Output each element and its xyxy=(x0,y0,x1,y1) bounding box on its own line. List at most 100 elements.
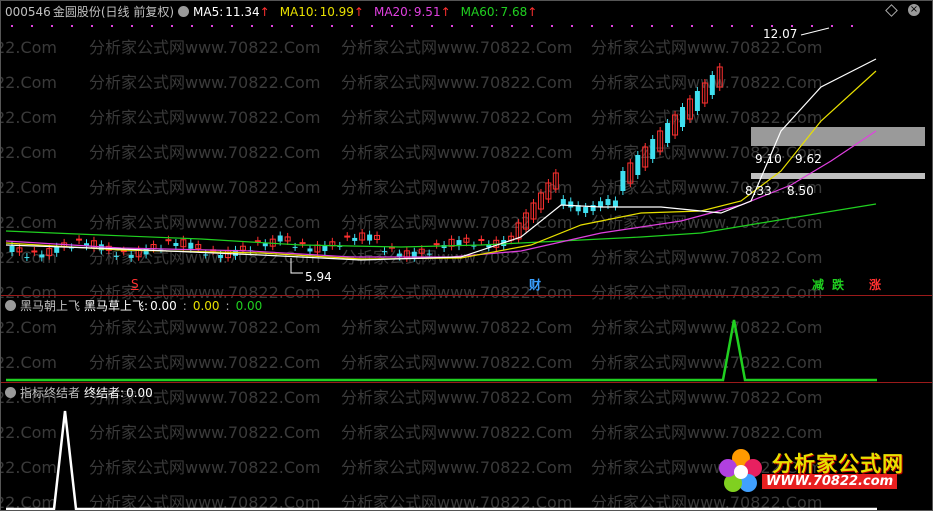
marker-die: 跌 xyxy=(832,278,845,292)
candle-body xyxy=(76,238,83,241)
candle-body xyxy=(396,253,402,257)
ma5-label: MA5: xyxy=(193,5,224,19)
candle-body xyxy=(426,253,432,255)
ma5-value: 11.34 xyxy=(225,5,260,19)
flower-logo-icon xyxy=(719,449,762,492)
signal-dot xyxy=(711,25,713,27)
candle-body xyxy=(173,243,179,247)
signal-dot xyxy=(731,25,733,27)
ma5-line xyxy=(5,58,877,261)
marker-zhang: 涨 xyxy=(869,278,882,292)
signal-dot xyxy=(451,25,453,27)
signal-dot xyxy=(371,25,373,27)
candle-body xyxy=(680,107,685,127)
signal-dot xyxy=(351,25,353,27)
ma60-line xyxy=(5,203,877,248)
signal-dot xyxy=(51,25,53,27)
indicator1-name: 黑马朝上飞 xyxy=(20,299,81,313)
candle-body xyxy=(560,199,566,206)
signal-dot xyxy=(691,25,693,27)
resistance-zone-bar xyxy=(751,127,925,146)
signal-dot xyxy=(31,25,33,27)
candle-body xyxy=(433,243,440,246)
signal-dot xyxy=(651,25,653,27)
close-pane-icon[interactable]: × xyxy=(908,4,920,16)
candle-body xyxy=(299,242,306,245)
signal-dot xyxy=(611,25,613,27)
ma10-line xyxy=(5,70,877,260)
candle-body xyxy=(277,235,283,242)
candle-body xyxy=(292,246,298,248)
chart-window: 22.Com 分析家公式网www.70822.Com 分析家公式网www.70822… xyxy=(0,0,933,511)
indicator1-settings-icon[interactable] xyxy=(5,300,16,311)
candle-body xyxy=(620,171,626,191)
candle-body xyxy=(709,75,715,95)
zone-label-2: 9.62 xyxy=(795,152,822,166)
signal-dot xyxy=(331,25,333,27)
indicator2-settings-icon[interactable] xyxy=(5,387,16,398)
marker-cai: 财 xyxy=(529,278,542,292)
indicator1-line-label: 黑马草上飞: xyxy=(84,299,149,313)
candle-body xyxy=(612,200,618,207)
ma20-label: MA20: xyxy=(373,5,412,19)
signal-dot xyxy=(271,25,273,27)
zone-label-1: 9.10 xyxy=(755,152,782,166)
signal-dot xyxy=(511,25,513,27)
logo-url: WWW.70822.com xyxy=(762,474,898,489)
signal-dot xyxy=(251,25,253,27)
signal-dot xyxy=(851,25,853,27)
signal-dot xyxy=(151,25,153,27)
high-price-label: 12.07 xyxy=(763,27,798,41)
signal-dot xyxy=(171,25,173,27)
candle-body xyxy=(188,242,194,249)
candle-body xyxy=(262,243,268,247)
signal-dot xyxy=(431,25,433,27)
indicator1-value3: 0.00 xyxy=(235,299,263,313)
signal-dot xyxy=(671,25,673,27)
signal-dot xyxy=(571,25,573,27)
pane-divider-2 xyxy=(1,382,932,383)
indicator1-header: 黑马朝上飞 黑马草上飞: 0.00:0.00:0.00 xyxy=(5,298,266,314)
candle-body xyxy=(367,234,373,241)
high-pointer-line xyxy=(800,27,830,36)
settings-icon[interactable] xyxy=(178,6,190,17)
candle-body xyxy=(694,91,700,111)
indicator2-header: 指标终结者 终结者: 0.00 xyxy=(5,385,157,401)
marker-jian: 减 xyxy=(812,278,825,292)
indicator2-value1: 0.00 xyxy=(126,386,153,400)
marker-s: S xyxy=(131,277,139,291)
low-price-label: 5.94 xyxy=(305,270,332,284)
signal-dot xyxy=(591,25,593,27)
candle-body xyxy=(583,206,589,213)
candle-body xyxy=(120,250,127,253)
stock-code: 000546 xyxy=(5,5,51,19)
candle-body xyxy=(113,255,119,257)
signal-dot xyxy=(811,25,813,27)
candle-body xyxy=(665,123,671,143)
ma5-arrow-icon: ↑ xyxy=(259,5,270,19)
signal-dot xyxy=(191,25,193,27)
zone-label-4: 8.50 xyxy=(787,184,814,198)
zone-label-3: 8.33 xyxy=(745,184,772,198)
period-label: (日线 前复权) xyxy=(100,5,175,19)
candle-body xyxy=(635,155,641,175)
price-chart[interactable] xyxy=(1,1,932,510)
candle-body xyxy=(382,251,387,253)
signal-dot xyxy=(11,25,13,27)
ma20-arrow-icon: ↑ xyxy=(440,5,451,19)
signal-dot xyxy=(411,25,413,27)
candle-body xyxy=(128,254,134,258)
signal-dot xyxy=(231,25,233,27)
candle-body xyxy=(165,239,172,242)
signal-dot xyxy=(311,25,313,27)
signal-dot xyxy=(471,25,473,27)
signal-dot xyxy=(531,25,533,27)
indicator1-value2: 0.00 xyxy=(192,299,220,313)
signal-dot xyxy=(91,25,93,27)
stock-name: 金圆股份 xyxy=(52,5,101,19)
ma60-value: 7.68 xyxy=(500,5,528,19)
ma60-arrow-icon: ↑ xyxy=(527,5,538,19)
candle-body xyxy=(307,248,313,252)
signal-dot xyxy=(831,25,833,27)
candle-body xyxy=(218,254,224,258)
